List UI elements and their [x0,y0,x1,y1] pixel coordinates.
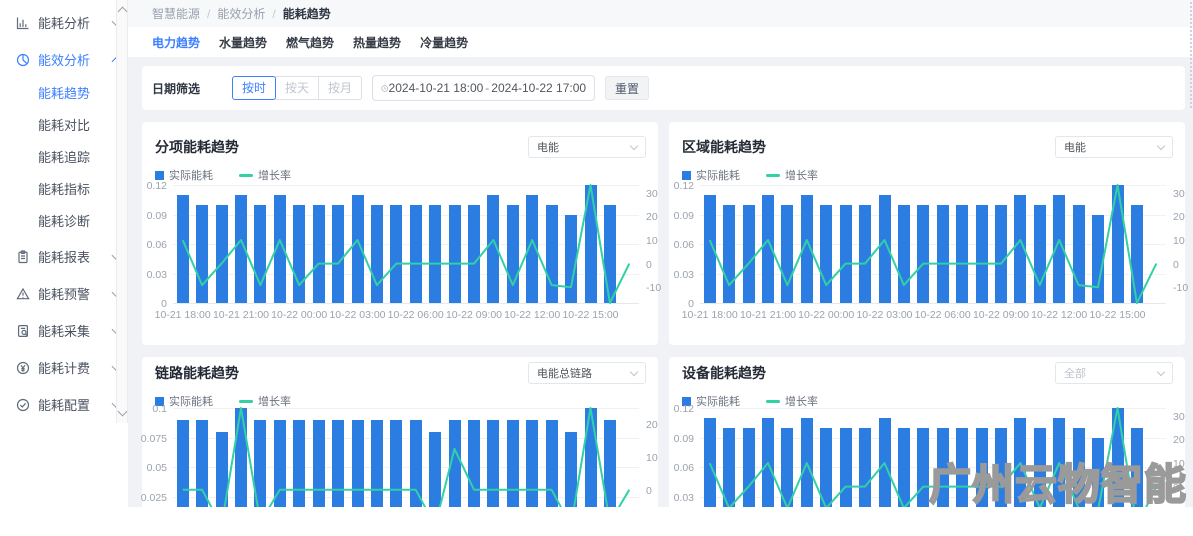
range-start-value: 2024-10-21 18:00 [389,81,484,95]
by-hour-button[interactable]: 按时 [232,76,276,100]
report-icon [16,250,30,264]
pie-chart-icon [16,53,30,67]
tab-water-trend[interactable]: 水量趋势 [219,34,267,51]
range-separator: - [483,81,491,95]
by-month-button[interactable]: 按月 [318,76,362,100]
billing-icon [16,361,30,375]
chart-plot: 0.120.090.060.0303020100-1010-21 18:0010… [669,122,1185,345]
sidebar-subitem-energy-kpi[interactable]: 能耗指标 [0,174,128,206]
sidebar-item-label: 能耗预警 [38,284,113,303]
sidebar-item-label: 能耗分析 [38,13,113,32]
sidebar-item-energy-config[interactable]: 能耗配置 [0,386,128,423]
tab-gas-trend[interactable]: 燃气趋势 [286,34,334,51]
sidebar-item-label: 能耗报表 [38,247,113,266]
chart-card-area-energy: 区域能耗趋势 电能 实际能耗 增长率 0.120.090.060.0303020… [669,122,1185,345]
sidebar-item-energy-report[interactable]: 能耗报表 [0,238,128,275]
chart-card-device-energy: 设备能耗趋势 全部 实际能耗 增长率 0.120.090.060.0303020… [669,357,1185,507]
sidebar-scrollbar[interactable] [116,0,128,423]
sidebar-item-efficiency-analysis[interactable]: 能效分析 [0,41,128,78]
sidebar-item-label: 能耗配置 [38,395,113,414]
by-day-button[interactable]: 按天 [275,76,319,100]
collect-icon [16,324,30,338]
breadcrumb: 智慧能源 / 能效分析 / 能耗趋势 [128,0,1193,27]
chart-plot: 0.120.090.060.0303020100-1010-21 18:0010… [142,122,658,345]
breadcrumb-current: 能耗趋势 [283,5,331,22]
sidebar-subitem-energy-trace[interactable]: 能耗追踪 [0,142,128,174]
page-body: 日期筛选 按时 按天 按月 2024-10-21 18:00 - 2024-10… [128,58,1193,507]
sidebar-subitem-energy-diagnosis[interactable]: 能耗诊断 [0,206,128,238]
date-filter-label: 日期筛选 [152,80,200,97]
app-window: 能耗分析 能效分析 能耗趋势 能耗对比 能耗追踪 能耗指标 能耗诊断 能耗报表 … [0,0,1193,507]
breadcrumb-separator: / [272,7,275,21]
scroll-up-icon[interactable] [118,7,128,17]
sidebar-item-label: 能耗计费 [38,358,113,377]
page-scrollbar-edge [1190,2,1192,108]
clock-icon [381,82,389,95]
chart-card-subitem-energy: 分项能耗趋势 电能 实际能耗 增长率 0.120.090.060.0303020… [142,122,658,345]
granularity-button-group: 按时 按天 按月 [232,76,362,100]
date-range-picker[interactable]: 2024-10-21 18:00 - 2024-10-22 17:00 [372,75,595,101]
breadcrumb-separator: / [207,7,210,21]
tab-heat-trend[interactable]: 热量趋势 [353,34,401,51]
bar-chart-icon [16,16,30,30]
breadcrumb-item[interactable]: 能效分析 [217,5,265,22]
date-filter-bar: 日期筛选 按时 按天 按月 2024-10-21 18:00 - 2024-10… [142,66,1185,110]
charts-grid: 分项能耗趋势 电能 实际能耗 增长率 0.120.090.060.0303020… [142,122,1185,507]
trend-tabs: 电力趋势 水量趋势 燃气趋势 热量趋势 冷量趋势 [128,27,1193,58]
sidebar-subitem-energy-trend[interactable]: 能耗趋势 [0,78,128,110]
tab-electricity-trend[interactable]: 电力趋势 [152,34,200,51]
sidebar-item-energy-billing[interactable]: 能耗计费 [0,349,128,386]
chart-card-link-energy: 链路能耗趋势 电能总链路 实际能耗 增长率 0.10.0750.050.0250… [142,357,658,507]
chart-plot: 0.120.090.060.0303020100-1010-21 18:0010… [669,357,1185,507]
sidebar-item-energy-warning[interactable]: 能耗预警 [0,275,128,312]
chart-plot: 0.10.0750.050.025020100-1010-21 18:0010-… [142,357,658,507]
main-content: 智慧能源 / 能效分析 / 能耗趋势 电力趋势 水量趋势 燃气趋势 热量趋势 冷… [128,0,1193,507]
config-icon [16,398,30,412]
sidebar-item-label: 能耗采集 [38,321,113,340]
range-end-value: 2024-10-22 17:00 [491,81,586,95]
sidebar-item-energy-collection[interactable]: 能耗采集 [0,312,128,349]
sidebar-subitem-energy-compare[interactable]: 能耗对比 [0,110,128,142]
sidebar: 能耗分析 能效分析 能耗趋势 能耗对比 能耗追踪 能耗指标 能耗诊断 能耗报表 … [0,0,128,507]
tab-cooling-trend[interactable]: 冷量趋势 [420,34,468,51]
sidebar-item-energy-analysis[interactable]: 能耗分析 [0,4,128,41]
alert-triangle-icon [16,287,30,301]
scroll-down-icon[interactable] [118,407,128,417]
breadcrumb-item[interactable]: 智慧能源 [152,5,200,22]
sidebar-item-label: 能效分析 [38,50,113,69]
reset-button[interactable]: 重置 [605,76,649,100]
